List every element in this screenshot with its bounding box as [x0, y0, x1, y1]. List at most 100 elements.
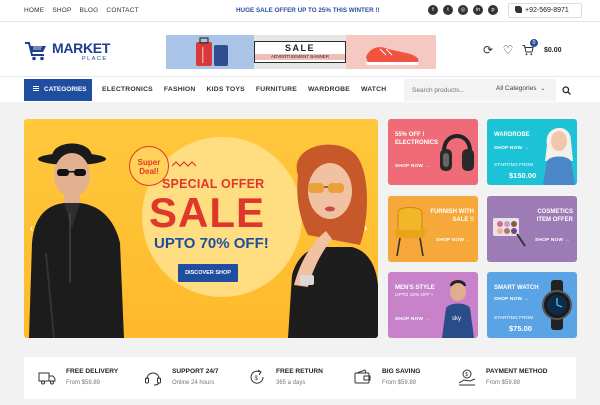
linkedin-icon[interactable]: in — [473, 5, 483, 15]
promo-tile-electronics[interactable]: 55% OFF ! ELECTRONICS SHOP NOW → — [388, 119, 478, 185]
return-icon: $ — [250, 369, 264, 384]
sneaker-image — [366, 47, 419, 65]
hero-man-image — [29, 143, 124, 338]
feature-title: BIG SAVING — [382, 368, 421, 375]
feature-item: SUPPORT 24/7 Online 24 hours — [144, 366, 252, 392]
tile-starting-from: STARTING FROM — [494, 316, 534, 321]
tile-title: COSMETICS ITEM OFFER — [536, 209, 573, 223]
promo-tile-cosmetics[interactable]: COSMETICS ITEM OFFER SHOP NOW → — [487, 196, 577, 262]
category-nav: CATEGORIES ELECTRONICS FASHION KIDS TOYS… — [0, 76, 600, 102]
social-links: f t ◎ in p — [428, 5, 498, 15]
instagram-icon[interactable]: ◎ — [458, 5, 468, 15]
chevron-down-icon: ⌄ — [540, 86, 546, 92]
feature-item: $ PAYMENT METHOD From $59.89 — [458, 366, 566, 392]
top-nav: HOME SHOP BLOG CONTACT — [24, 7, 139, 14]
search-button[interactable] — [556, 79, 576, 101]
promo-text: HUGE SALE OFFER UP TO 25% THIS WINTER !! — [236, 7, 380, 14]
tile-shop-now-link[interactable]: SHOP NOW → — [494, 146, 529, 151]
feature-item: $ FREE RETURN 365 a days — [248, 366, 356, 392]
nav-blog-link[interactable]: BLOG — [80, 7, 99, 14]
cart-count-badge: 0 — [530, 39, 538, 47]
headset-icon — [145, 372, 161, 386]
man-style-image: sky — [442, 280, 474, 338]
feature-title: FREE RETURN — [276, 368, 323, 375]
svg-text:$: $ — [465, 372, 468, 378]
cart-icon[interactable]: 0 — [522, 39, 538, 56]
slider-prev-arrow[interactable]: ‹ — [30, 223, 33, 234]
feature-title: SUPPORT 24/7 — [172, 368, 219, 375]
promo-tile-wardrobe[interactable]: WARDROBE SHOP NOW → STARTING FROM $150.0… — [487, 119, 577, 185]
feature-subtitle: From $59.89 — [66, 380, 101, 386]
banner-right-panel — [346, 35, 436, 69]
hero-discount-text: UPTO 70% OFF! — [154, 235, 269, 252]
logo-cart-icon — [25, 42, 46, 61]
hero-slider[interactable]: Super Deal! SPECIAL OFFER SALE UPTO 70% O… — [24, 119, 378, 338]
categories-label: CATEGORIES — [44, 86, 87, 93]
chair-image — [394, 207, 426, 256]
tile-starting-from: STARTING FROM — [494, 163, 534, 168]
tile-shop-now-link[interactable]: SHOP NOW → — [494, 297, 529, 302]
hero-sale-text: SALE — [149, 189, 266, 236]
logo-subtitle: PLACE — [82, 56, 108, 62]
headphones-image — [440, 134, 474, 171]
tile-shop-now-link[interactable]: SHOP NOW → — [535, 238, 570, 243]
phone-contact[interactable]: +92-569-8971 — [508, 3, 582, 18]
nav-home-link[interactable]: HOME — [24, 7, 44, 14]
search-icon — [561, 86, 571, 95]
discover-shop-button[interactable]: DISCOVER SHOP — [178, 264, 238, 282]
feature-subtitle: Online 24 hours — [172, 380, 215, 386]
tile-shop-now-link[interactable]: SHOP NOW → — [395, 164, 430, 169]
cat-link-fashion[interactable]: FASHION — [164, 86, 196, 93]
smart-watch-image — [542, 280, 572, 330]
logo[interactable]: MARKET PLACE — [24, 40, 114, 64]
promo-tile-furniture[interactable]: FURNISH WITH SALE !! SHOP NOW → — [388, 196, 478, 262]
advertisement-banner[interactable]: SALE ADVERTISEMENT BANNER — [166, 35, 436, 69]
cat-link-wardrobe[interactable]: WARDROBE — [308, 86, 350, 93]
twitter-icon[interactable]: t — [443, 5, 453, 15]
nav-contact-link[interactable]: CONTACT — [106, 7, 138, 14]
cosmetics-palette-image — [493, 218, 526, 247]
logo-title: MARKET — [52, 40, 111, 56]
feature-subtitle: From $59.89 — [382, 380, 417, 386]
tile-shop-now-link[interactable]: SHOP NOW → — [436, 238, 471, 243]
site-header: MARKET PLACE SALE ADVERTISEMENT BANNER ⟳ — [0, 22, 600, 76]
compare-icon[interactable]: ⟳ — [482, 44, 494, 56]
pinterest-icon[interactable]: p — [488, 5, 498, 15]
category-links: ELECTRONICS FASHION KIDS TOYS FURNITURE … — [102, 86, 386, 93]
cat-link-kids-toys[interactable]: KIDS TOYS — [207, 86, 245, 93]
category-select[interactable]: All Categories ⌄ — [496, 85, 546, 92]
zigzag-decoration — [172, 161, 196, 167]
cat-link-electronics[interactable]: ELECTRONICS — [102, 86, 153, 93]
tile-price: $75.00 — [509, 324, 532, 333]
tile-price: $150.00 — [509, 171, 537, 180]
feature-item: BIG SAVING From $59.89 — [354, 366, 462, 392]
promo-tile-mens-style[interactable]: MEN'S STYLE UPTO 15% OFF ! SHOP NOW → sk… — [388, 272, 478, 338]
menu-icon — [33, 86, 39, 91]
cat-link-furniture[interactable]: FURNITURE — [256, 86, 297, 93]
badge-line1: Super — [137, 158, 161, 167]
slider-next-arrow[interactable]: › — [364, 223, 367, 234]
tile-shop-now-link[interactable]: SHOP NOW → — [395, 317, 430, 322]
truck-icon — [38, 372, 56, 385]
woman-wardrobe-image — [543, 127, 575, 185]
search-input[interactable] — [412, 84, 492, 96]
svg-text:$: $ — [255, 376, 259, 382]
svg-text:sky: sky — [452, 316, 461, 322]
banner-title: SALE — [284, 43, 315, 53]
facebook-icon[interactable]: f — [428, 5, 438, 15]
cat-link-watch[interactable]: WATCH — [361, 86, 386, 93]
header-actions: ⟳ ♡ 0 $0.00 — [482, 39, 562, 56]
payment-icon: $ — [458, 369, 476, 386]
feature-item: FREE DELIVERY From $59.89 — [38, 366, 146, 392]
feature-subtitle: 365 a days — [276, 380, 306, 386]
nav-shop-link[interactable]: SHOP — [52, 7, 71, 14]
promo-tile-smart-watch[interactable]: SMART WATCH SHOP NOW → STARTING FROM $75… — [487, 272, 577, 338]
cart-total[interactable]: $0.00 — [544, 47, 562, 54]
phone-icon — [515, 6, 522, 13]
suitcase-image — [196, 37, 228, 66]
category-select-value: All Categories — [496, 85, 537, 92]
wallet-icon — [354, 369, 371, 384]
tile-title: FURNISH WITH SALE !! — [430, 209, 474, 223]
categories-button[interactable]: CATEGORIES — [24, 79, 92, 101]
wishlist-heart-icon[interactable]: ♡ — [502, 44, 514, 56]
